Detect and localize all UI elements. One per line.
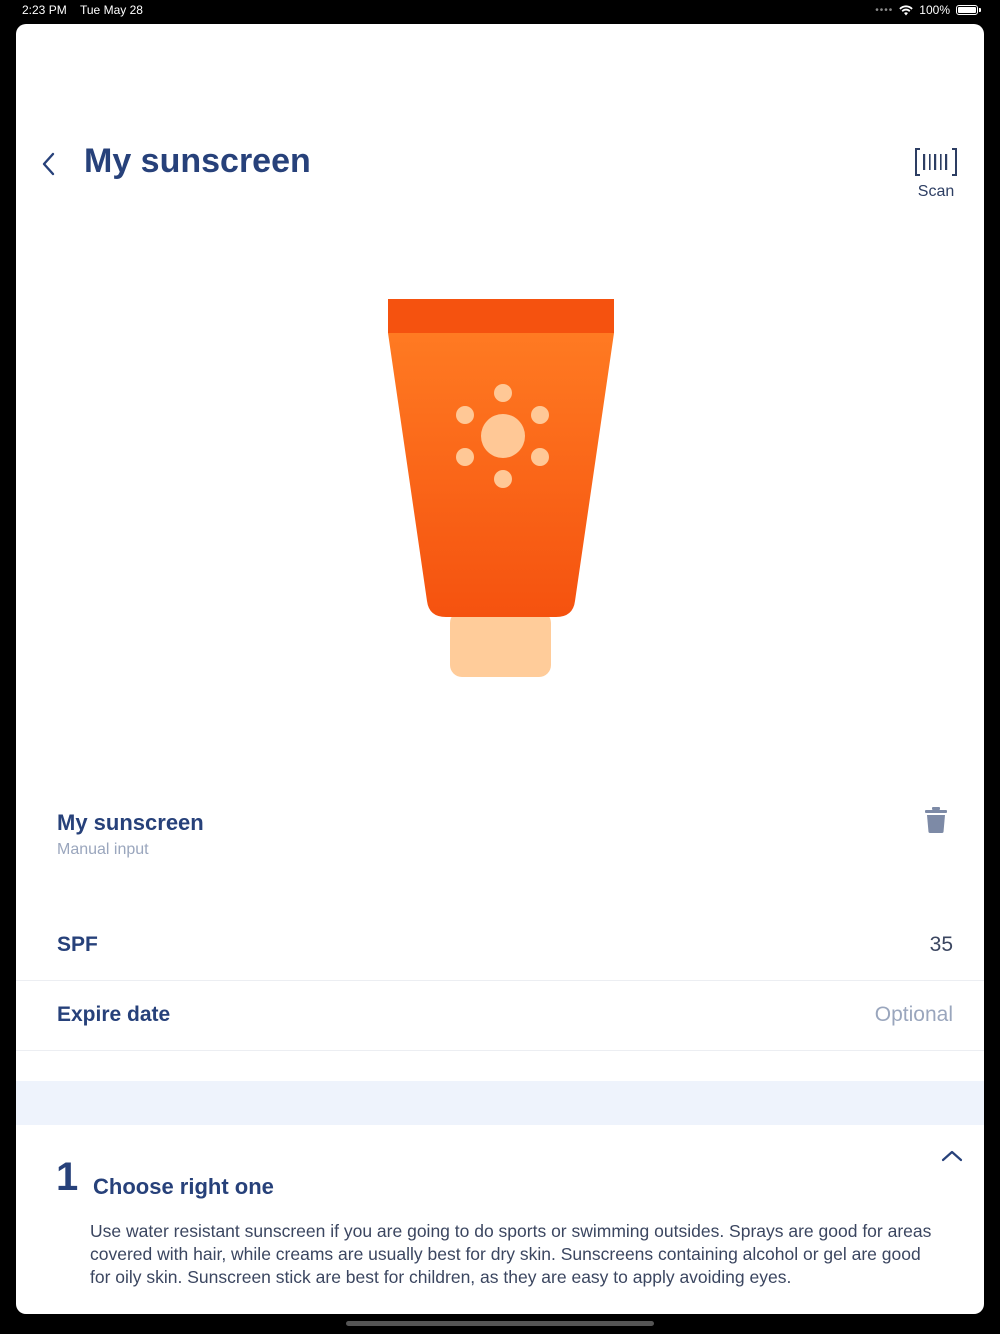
- trash-icon: [925, 807, 947, 833]
- tip-body: Use water resistant sunscreen if you are…: [90, 1221, 932, 1287]
- expire-date-field[interactable]: Optional: [875, 1003, 953, 1027]
- chevron-left-icon: [42, 152, 55, 176]
- wifi-icon: [899, 4, 913, 15]
- back-button[interactable]: [38, 150, 62, 178]
- delete-button[interactable]: [924, 806, 948, 834]
- tip-number: 1: [56, 1155, 79, 1199]
- section-divider: [16, 1081, 984, 1125]
- home-indicator[interactable]: [346, 1321, 654, 1326]
- spf-row[interactable]: SPF 35: [16, 911, 984, 981]
- chevron-up-icon: [941, 1150, 963, 1162]
- barcode-icon: [915, 148, 957, 176]
- product-source: Manual input: [57, 841, 149, 858]
- status-bar: 2:23 PM Tue May 28 •••• 100%: [0, 0, 1000, 22]
- spf-value[interactable]: 35: [930, 933, 953, 957]
- page-title: My sunscreen: [84, 142, 311, 180]
- tip-collapse-button[interactable]: [940, 1146, 964, 1166]
- status-time: 2:23 PM: [22, 3, 67, 17]
- battery-percent: 100%: [919, 3, 950, 17]
- sunscreen-detail-sheet: My sunscreen Scan My sunscreen Manual in…: [16, 24, 984, 1314]
- scan-label: Scan: [917, 183, 955, 200]
- signal-dots-icon: ••••: [875, 4, 894, 16]
- product-name: My sunscreen: [57, 810, 204, 835]
- tip-title: Choose right one: [93, 1174, 274, 1199]
- expire-date-label: Expire date: [57, 1003, 171, 1026]
- status-date: Tue May 28: [80, 3, 143, 17]
- status-indicators: •••• 100%: [875, 3, 981, 17]
- expire-date-row[interactable]: Expire date Optional: [16, 981, 984, 1051]
- scan-button[interactable]: Scan: [914, 148, 958, 201]
- sunscreen-tube-icon: [388, 299, 614, 679]
- spf-label: SPF: [57, 933, 98, 956]
- battery-icon: [956, 5, 981, 15]
